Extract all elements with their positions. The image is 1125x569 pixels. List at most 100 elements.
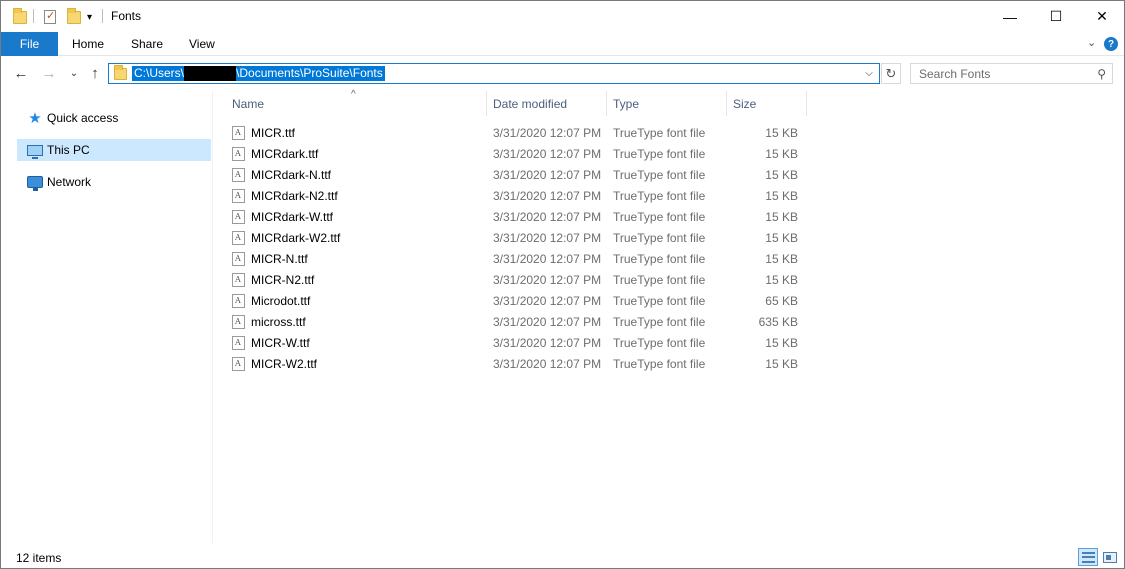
- file-date: 3/31/2020 12:07 PM: [493, 167, 602, 182]
- file-name: micross.ttf: [251, 314, 306, 329]
- nav-item-this-pc[interactable]: This PC: [17, 139, 211, 161]
- file-type: TrueType font file: [613, 146, 706, 161]
- file-size: 15 KB: [765, 125, 798, 140]
- column-header-size[interactable]: Size: [728, 91, 807, 116]
- file-row[interactable]: MICRdark-N.ttf 3/31/2020 12:07 PM TrueType…: [228, 164, 808, 185]
- file-date: 3/31/2020 12:07 PM: [493, 251, 602, 266]
- file-size: 15 KB: [765, 146, 798, 161]
- close-button[interactable]: ✕: [1079, 1, 1124, 32]
- tab-view[interactable]: View: [189, 32, 215, 56]
- file-row[interactable]: MICRdark.ttf 3/31/2020 12:07 PM TrueType f…: [228, 143, 808, 164]
- search-input[interactable]: Search Fonts ⚲: [910, 63, 1113, 84]
- file-date: 3/31/2020 12:07 PM: [493, 146, 602, 161]
- maximize-button[interactable]: ☐: [1033, 1, 1079, 32]
- search-placeholder: Search Fonts: [919, 67, 991, 81]
- address-path[interactable]: C:\Users\ \Documents\ProSuite\Fonts: [132, 66, 385, 81]
- file-date: 3/31/2020 12:07 PM: [493, 314, 602, 329]
- nav-item-quick-access[interactable]: ★ Quick access: [17, 107, 211, 129]
- star-icon: ★: [28, 110, 42, 127]
- explorer-window: ▾ Fonts — ☐ ✕ File Home Share View ⌄ ? ←…: [0, 0, 1125, 569]
- file-name-cell: MICRdark-W2.ttf: [232, 227, 340, 248]
- file-type: TrueType font file: [613, 356, 706, 371]
- this-pc-icon: [25, 142, 45, 159]
- file-name: MICRdark-W.ttf: [251, 209, 334, 224]
- file-type: TrueType font file: [613, 314, 706, 329]
- file-name-cell: MICRdark-N.ttf: [232, 164, 331, 185]
- file-row[interactable]: MICR-N2.ttf 3/31/2020 12:07 PM TrueType fo…: [228, 269, 808, 290]
- file-size: 15 KB: [765, 188, 798, 203]
- file-list: ^ Name Date modified Type Size MICR.ttf3…: [214, 89, 1124, 543]
- file-name: MICR.ttf: [251, 125, 295, 140]
- file-type: TrueType font file: [613, 230, 706, 245]
- column-header-type[interactable]: Type: [608, 91, 727, 116]
- file-size: 65 KB: [765, 293, 798, 308]
- customize-quick-access-icon[interactable]: ▾: [87, 7, 92, 27]
- nav-item-label: Network: [47, 175, 92, 189]
- file-row[interactable]: MICR.ttf 3/31/2020 12:07 PM TrueType font …: [228, 122, 808, 143]
- file-row[interactable]: MICRdark-W2.ttf 3/31/2020 12:07 PM TrueTyp…: [228, 227, 808, 248]
- file-row[interactable]: micross.ttf 3/31/2020 12:07 PM TrueType fo…: [228, 311, 808, 332]
- address-dropdown-icon[interactable]: ⌵: [861, 65, 877, 82]
- column-header-date[interactable]: Date modified: [488, 91, 607, 116]
- address-bar[interactable]: C:\Users\ \Documents\ProSuite\Fonts ⌵: [108, 63, 880, 84]
- properties-icon[interactable]: [44, 7, 56, 27]
- file-name-cell: MICRdark-N2.ttf: [232, 185, 338, 206]
- up-button[interactable]: ↑: [86, 63, 104, 83]
- details-view-button[interactable]: [1078, 548, 1098, 566]
- file-type: TrueType font file: [613, 251, 706, 266]
- font-file-icon: [232, 251, 245, 266]
- status-bar: 12 items: [1, 543, 1124, 568]
- file-size: 15 KB: [765, 272, 798, 287]
- file-date: 3/31/2020 12:07 PM: [493, 125, 602, 140]
- help-icon[interactable]: ?: [1104, 37, 1118, 51]
- ribbon-tabs: File Home Share View ⌄ ?: [1, 32, 1124, 56]
- file-name-cell: MICR-N2.ttf: [232, 269, 314, 290]
- file-size: 15 KB: [765, 167, 798, 182]
- column-header-name[interactable]: Name: [227, 91, 487, 116]
- file-date: 3/31/2020 12:07 PM: [493, 335, 602, 350]
- font-file-icon: [232, 167, 245, 182]
- file-name: MICR-N2.ttf: [251, 272, 315, 287]
- address-row: ← → ⌄ ↑ C:\Users\ \Documents\ProSuite\Fo…: [1, 57, 1124, 91]
- file-name-cell: micross.ttf: [232, 311, 306, 332]
- file-row[interactable]: MICRdark-W.ttf 3/31/2020 12:07 PM TrueType…: [228, 206, 808, 227]
- new-folder-icon[interactable]: [67, 7, 81, 27]
- file-name: MICR-W.ttf: [251, 335, 310, 350]
- file-size: 15 KB: [765, 230, 798, 245]
- recent-locations-button[interactable]: ⌄: [65, 63, 83, 83]
- forward-button[interactable]: →: [40, 63, 58, 83]
- nav-item-label: This PC: [47, 143, 90, 157]
- tab-file[interactable]: File: [1, 32, 58, 56]
- file-name-cell: MICR-W2.ttf: [232, 353, 317, 374]
- folder-icon: [13, 7, 27, 27]
- file-type: TrueType font file: [613, 167, 706, 182]
- tab-home[interactable]: Home: [72, 32, 104, 56]
- expand-ribbon-icon[interactable]: ⌄: [1087, 36, 1096, 49]
- file-name: MICRdark-W2.ttf: [251, 230, 341, 245]
- refresh-button[interactable]: ↻: [881, 63, 901, 84]
- tab-share[interactable]: Share: [131, 32, 163, 56]
- large-icons-view-button[interactable]: [1100, 548, 1120, 566]
- file-type: TrueType font file: [613, 272, 706, 287]
- file-row[interactable]: MICRdark-N2.ttf 3/31/2020 12:07 PM TrueTyp…: [228, 185, 808, 206]
- font-file-icon: [232, 314, 245, 329]
- file-row[interactable]: MICR-N.ttf 3/31/2020 12:07 PM TrueType fon…: [228, 248, 808, 269]
- file-name: MICRdark.ttf: [251, 146, 319, 161]
- window-title: Fonts: [111, 9, 142, 23]
- large-icons-view-icon: [1103, 551, 1117, 563]
- back-button[interactable]: ←: [12, 63, 30, 83]
- nav-item-network[interactable]: Network: [17, 171, 211, 193]
- network-icon: [25, 174, 45, 191]
- file-row[interactable]: Microdot.ttf 3/31/2020 12:07 PM TrueType f…: [228, 290, 808, 311]
- file-name-cell: MICR-N.ttf: [232, 248, 308, 269]
- file-name: MICRdark-N2.ttf: [251, 188, 338, 203]
- file-row[interactable]: MICR-W2.ttf 3/31/2020 12:07 PM TrueType fo…: [228, 353, 808, 374]
- font-file-icon: [232, 209, 245, 224]
- file-row[interactable]: MICR-W.ttf 3/31/2020 12:07 PM TrueType fon…: [228, 332, 808, 353]
- file-name-cell: Microdot.ttf: [232, 290, 310, 311]
- file-name: MICR-W2.ttf: [251, 356, 317, 371]
- minimize-button[interactable]: —: [987, 1, 1033, 32]
- title-bar: ▾ Fonts — ☐ ✕: [1, 1, 1124, 32]
- nav-item-label: Quick access: [47, 111, 119, 125]
- file-date: 3/31/2020 12:07 PM: [493, 209, 602, 224]
